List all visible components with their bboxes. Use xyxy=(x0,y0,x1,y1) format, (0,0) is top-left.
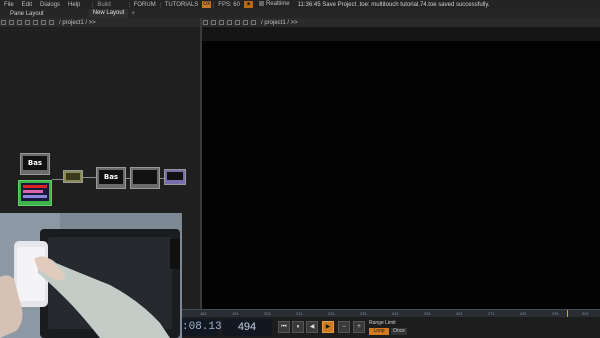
base-node-2-label: Bas xyxy=(99,170,123,184)
out-node-preview xyxy=(167,172,183,180)
network-pane-header: / project1 / >> xyxy=(0,18,200,27)
ruler-tick: 211 xyxy=(296,311,303,316)
realtime-toggle[interactable]: Realtime xyxy=(255,1,294,8)
play-reverse-button[interactable]: ◀ xyxy=(306,321,318,333)
connection-wire xyxy=(126,178,130,179)
viewer-pane-header: / project1 / >> xyxy=(202,18,600,27)
info-icon[interactable] xyxy=(251,20,256,25)
up-icon[interactable] xyxy=(25,20,30,25)
connection-wire xyxy=(160,178,164,179)
ruler-tick: 301 xyxy=(582,311,589,316)
ruler-tick: 191 xyxy=(232,311,239,316)
ruler-tick: 221 xyxy=(328,311,335,316)
grid-icon[interactable] xyxy=(41,20,46,25)
step-forward-button[interactable]: + xyxy=(353,321,365,333)
menu-help[interactable]: Help xyxy=(64,2,84,8)
ruler-tick: 291 xyxy=(552,311,559,316)
webcam-overlay xyxy=(0,213,182,338)
pane-type-icon[interactable] xyxy=(203,20,208,25)
out-node[interactable] xyxy=(164,169,186,185)
range-limit-label: Range Limit xyxy=(369,320,396,326)
ruler-tick: 271 xyxy=(488,311,495,316)
webcam-image xyxy=(0,213,182,338)
forward-icon[interactable] xyxy=(17,20,22,25)
pane-layout-tab[interactable]: Pane Layout xyxy=(0,11,49,17)
pane-type-icon[interactable] xyxy=(1,20,6,25)
timeline-ruler[interactable]: 181 191 201 211 221 231 241 251 261 271 … xyxy=(178,309,600,318)
preview-bar xyxy=(23,190,43,193)
realtime-label: Realtime xyxy=(265,1,290,8)
forward-icon[interactable] xyxy=(219,20,224,25)
viewer-path[interactable]: / project1 / >> xyxy=(261,20,298,26)
layout-bar: Pane Layout New Layout + xyxy=(0,9,600,18)
ruler-tick: 241 xyxy=(392,311,399,316)
timecode-display[interactable]: :08.13 xyxy=(178,319,222,336)
pause-button[interactable]: ⏸ xyxy=(292,321,304,333)
tutorials-chip[interactable]: OX xyxy=(202,1,212,8)
realtime-checkbox[interactable] xyxy=(258,1,264,7)
menu-dialogs[interactable]: Dialogs xyxy=(36,2,64,8)
fps-chip[interactable]: ■ xyxy=(243,1,253,8)
chop-node-preview xyxy=(66,173,80,180)
up-icon[interactable] xyxy=(227,20,232,25)
status-message: 11:36:45 Save Project .toe: multitouch t… xyxy=(297,1,490,8)
fps-label: FPS: 60 xyxy=(213,1,244,8)
base-node-2[interactable]: Bas xyxy=(96,167,126,189)
tablet-edge xyxy=(170,239,180,269)
base-node-label: Bas xyxy=(23,156,47,170)
home-icon[interactable] xyxy=(235,20,240,25)
base-node[interactable]: Bas xyxy=(20,153,50,175)
step-back-button[interactable]: − xyxy=(338,321,350,333)
ruler-tick: 231 xyxy=(360,311,367,316)
ruler-tick: 251 xyxy=(424,311,431,316)
new-layout-tab[interactable]: New Layout xyxy=(88,9,129,18)
network-path[interactable]: / project1 / >> xyxy=(59,20,96,26)
back-icon[interactable] xyxy=(9,20,14,25)
top-node[interactable] xyxy=(130,167,160,189)
go-to-start-button[interactable]: ⏮ xyxy=(278,321,290,333)
ruler-tick: 261 xyxy=(456,311,463,316)
build-label: Build xyxy=(92,1,114,8)
ruler-tick: 281 xyxy=(520,311,527,316)
preview-bar xyxy=(23,185,47,188)
frame-display[interactable]: 494 xyxy=(222,319,272,336)
play-forward-button[interactable]: ▶ xyxy=(322,321,334,333)
ruler-tick: 181 xyxy=(200,311,207,316)
preview-bar xyxy=(23,195,47,198)
top-node-preview xyxy=(133,170,157,184)
grid-icon[interactable] xyxy=(243,20,248,25)
add-layout-button[interactable]: + xyxy=(128,11,138,17)
once-button[interactable]: Once xyxy=(391,328,407,335)
menu-edit[interactable]: Edit xyxy=(18,2,36,8)
back-icon[interactable] xyxy=(211,20,216,25)
loop-button[interactable]: Loop xyxy=(369,328,389,335)
ruler-tick: 201 xyxy=(264,311,271,316)
transport-bar: :08.13 494 ⏮ ⏸ ◀ ▶ − + Range Limit Loop … xyxy=(178,317,600,338)
viewer-pane[interactable] xyxy=(202,27,600,311)
forum-link[interactable]: FORUM xyxy=(128,1,160,8)
home-icon[interactable] xyxy=(33,20,38,25)
viewer-top-strip xyxy=(202,27,600,41)
chop-node[interactable] xyxy=(63,170,83,183)
tutorials-link[interactable]: TUTORIALS xyxy=(159,1,203,8)
connection-wire xyxy=(83,177,96,178)
menu-bar: File Edit Dialogs Help Build FORUM TUTOR… xyxy=(0,0,600,9)
menu-file[interactable]: File xyxy=(0,2,18,8)
multitouch-node[interactable] xyxy=(18,180,52,206)
multitouch-node-preview xyxy=(21,183,49,201)
multitouch-preview-graphic xyxy=(23,185,47,198)
connection-wire xyxy=(52,179,63,180)
info-icon[interactable] xyxy=(49,20,54,25)
